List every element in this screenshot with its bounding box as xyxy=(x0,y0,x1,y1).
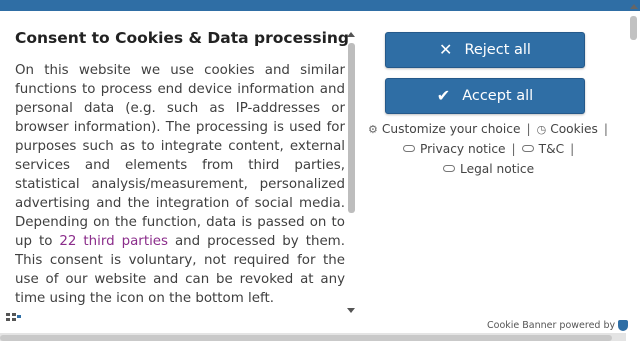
link-icon xyxy=(443,165,455,172)
top-banner-bar xyxy=(0,0,640,11)
links-row-1: ⚙ Customize your choice | ◷ Cookies | xyxy=(368,122,614,136)
legal-label: Legal notice xyxy=(460,162,535,176)
tc-link[interactable]: T&C xyxy=(521,142,565,156)
privacy-label: Privacy notice xyxy=(420,142,506,156)
separator: | xyxy=(526,122,531,136)
text-scroll-down-arrow[interactable] xyxy=(347,308,355,313)
privacy-notice-link[interactable]: Privacy notice xyxy=(403,142,506,156)
banner-title: Consent to Cookies & Data processing xyxy=(15,29,350,47)
close-icon: ✕ xyxy=(439,40,453,59)
accept-all-button[interactable]: ✔ Accept all xyxy=(385,78,585,114)
reject-all-label: Reject all xyxy=(464,42,531,58)
page-scrollbar-thumb[interactable] xyxy=(630,16,637,40)
text-scrollbar-thumb[interactable] xyxy=(348,43,355,213)
cookie-icon: ◷ xyxy=(536,123,547,136)
third-parties-link[interactable]: 22 third parties xyxy=(59,234,168,249)
consent-text-part-1: On this website we use cookies and simil… xyxy=(15,63,345,249)
customize-label: Customize your choice xyxy=(381,122,521,136)
accept-all-label: Accept all xyxy=(462,88,534,104)
cookies-link[interactable]: ◷ Cookies xyxy=(537,122,598,136)
reject-all-button[interactable]: ✕ Reject all xyxy=(385,32,585,68)
customize-link[interactable]: ⚙ Customize your choice xyxy=(368,122,520,136)
cookie-settings-icon[interactable] xyxy=(6,313,22,325)
gear-icon: ⚙ xyxy=(368,123,378,136)
link-icon xyxy=(521,145,534,152)
consent-text: On this website we use cookies and simil… xyxy=(15,61,345,308)
links-row-3: Legal notice xyxy=(443,162,534,176)
consent-text-scroll-area[interactable]: On this website we use cookies and simil… xyxy=(15,61,345,321)
link-icon xyxy=(403,145,415,152)
shield-icon xyxy=(618,320,629,331)
legal-notice-link[interactable]: Legal notice xyxy=(443,162,534,176)
checkmark-icon: ✔ xyxy=(436,86,451,105)
tc-label: T&C xyxy=(538,142,565,156)
horizontal-scrollbar-thumb[interactable] xyxy=(0,335,612,341)
separator: | xyxy=(603,122,609,136)
cookies-label: Cookies xyxy=(550,122,598,136)
separator: | xyxy=(511,142,516,156)
links-row-2: Privacy notice | T&C | xyxy=(403,142,580,156)
powered-by[interactable]: Cookie Banner powered by xyxy=(487,320,629,331)
powered-by-label: Cookie Banner powered by xyxy=(487,320,616,331)
separator: | xyxy=(570,142,575,156)
text-scroll-up-arrow[interactable] xyxy=(347,32,355,37)
page-scroll-up-arrow[interactable] xyxy=(630,4,638,9)
